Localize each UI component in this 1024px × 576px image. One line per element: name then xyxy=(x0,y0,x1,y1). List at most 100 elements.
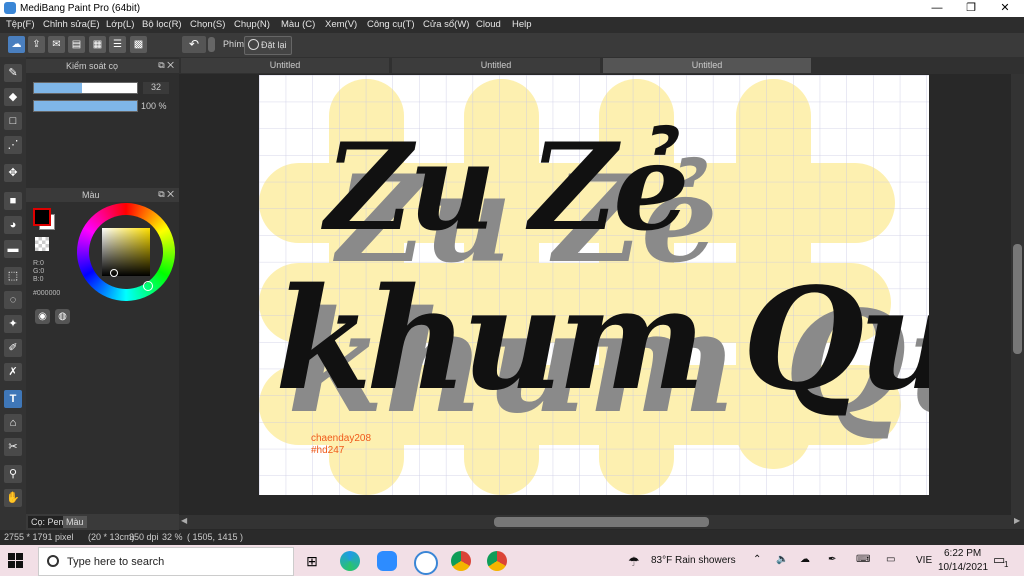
cloud-icon[interactable]: ☁ xyxy=(8,36,25,53)
palette-add-icon[interactable]: ◍ xyxy=(55,309,70,324)
menu-select[interactable]: Chọn(S) xyxy=(190,19,225,30)
prohibit-icon xyxy=(248,39,259,50)
chrome-icon-1[interactable] xyxy=(451,551,471,571)
menu-filter[interactable]: Bộ lọc(R) xyxy=(142,19,182,30)
menu-help[interactable]: Help xyxy=(512,19,532,30)
side-panels: Kiểm soát cọ ⧉ ✕ 32 100 % Màu ⧉ ✕ R:0 G:… xyxy=(26,57,179,530)
taskbar-search-box[interactable]: Type here to search xyxy=(38,547,294,576)
eraser-tool-icon[interactable]: ◆ xyxy=(4,88,22,106)
fill-rect-tool-icon[interactable]: ■ xyxy=(4,192,22,210)
search-placeholder: Type here to search xyxy=(67,556,165,568)
select-pen-tool-icon[interactable]: ✐ xyxy=(4,339,22,357)
dot-tool-icon[interactable]: ⋰ xyxy=(4,136,22,154)
saturation-knob[interactable] xyxy=(110,269,118,277)
document-tab-1[interactable]: Untitled xyxy=(181,58,389,73)
tab-brush[interactable]: Cọ: Pen xyxy=(28,516,67,528)
horizontal-scroll-thumb[interactable] xyxy=(494,517,709,527)
eyedropper-tool-icon[interactable]: ⚲ xyxy=(4,465,22,483)
tab-color[interactable]: Màu xyxy=(63,516,87,528)
brush-opacity-slider[interactable] xyxy=(33,100,138,112)
menu-tools[interactable]: Công cụ(T) xyxy=(367,19,415,30)
edge-browser-icon[interactable] xyxy=(340,551,360,571)
speech-bubble-icon[interactable]: ✉ xyxy=(48,36,65,53)
green-value: G:0 xyxy=(33,268,45,275)
clock-time[interactable]: 6:22 PM xyxy=(944,548,981,559)
scroll-left-arrow[interactable]: ◀ xyxy=(181,516,187,525)
comment-icon[interactable]: ▤ xyxy=(68,36,85,53)
weather-icon[interactable]: ☂ xyxy=(628,554,640,570)
brush-panel-header: Kiểm soát cọ ⧉ ✕ xyxy=(26,59,179,73)
color-wheel[interactable] xyxy=(77,203,175,301)
bucket-tool-icon[interactable]: ◕ xyxy=(4,216,22,234)
minimize-button[interactable]: — xyxy=(920,0,954,17)
reset-button[interactable]: Đặt lại xyxy=(244,36,292,55)
brush-tool-icon[interactable]: ✎ xyxy=(4,64,22,82)
move-tool-icon[interactable]: ✥ xyxy=(4,164,22,182)
operation-tool-icon[interactable]: ⌂ xyxy=(4,414,22,432)
status-dpi: 350 dpi xyxy=(129,532,159,542)
hand-tool-icon[interactable]: ✋ xyxy=(4,489,22,507)
menu-cloud[interactable]: Cloud xyxy=(476,19,501,30)
shape-tool-icon[interactable]: □ xyxy=(4,112,22,130)
keyboard-icon[interactable]: ⌨ xyxy=(856,554,870,565)
cloud-sync-icon[interactable]: ☁ xyxy=(800,554,810,565)
tray-overflow-icon[interactable]: ⌃ xyxy=(753,554,761,565)
menu-view[interactable]: Xem(V) xyxy=(325,19,357,30)
close-button[interactable]: ✕ xyxy=(988,0,1022,17)
gradient-tool-icon[interactable]: ▬ xyxy=(4,240,22,258)
color-panel-float-close-icons[interactable]: ⧉ ✕ xyxy=(158,189,174,200)
maximize-button[interactable]: ❐ xyxy=(954,0,988,17)
text-tool-icon[interactable]: T xyxy=(4,390,22,408)
vertical-scroll-thumb[interactable] xyxy=(1013,244,1022,354)
pen-icon[interactable]: ✒ xyxy=(828,554,836,565)
menu-capture[interactable]: Chụp(N) xyxy=(234,19,270,30)
watermark-tag: #hd247 xyxy=(311,445,345,456)
status-bar: 2755 * 1791 pixel (20 * 13cm) 350 dpi 32… xyxy=(0,530,1024,544)
panel-float-close-icons[interactable]: ⧉ ✕ xyxy=(158,60,174,71)
magic-wand-tool-icon[interactable]: ✦ xyxy=(4,315,22,333)
volume-icon[interactable]: 🔈 xyxy=(776,554,788,565)
menu-edit[interactable]: Chỉnh sửa(E) xyxy=(43,19,100,30)
vertical-scrollbar[interactable] xyxy=(1011,74,1024,515)
undo-button[interactable]: ↶ xyxy=(182,36,206,53)
menu-window[interactable]: Cửa sổ(W) xyxy=(423,19,469,30)
menu-file[interactable]: Tệp(F) xyxy=(6,19,35,30)
saturation-square[interactable] xyxy=(102,228,150,276)
windows-start-icon[interactable] xyxy=(8,553,24,569)
watermark-name: chaenday208 xyxy=(311,433,372,444)
lasso-tool-icon[interactable]: ◌ xyxy=(4,291,22,309)
status-cm: (20 * 13cm) xyxy=(88,532,135,542)
select-eraser-tool-icon[interactable]: ✗ xyxy=(4,363,22,381)
lettering-line2: khum Quạu xyxy=(275,258,929,422)
scroll-right-arrow[interactable]: ▶ xyxy=(1014,516,1020,525)
hue-knob[interactable] xyxy=(143,281,153,291)
toolbar-handle[interactable] xyxy=(208,37,215,52)
brush-panel-title: Kiểm soát cọ xyxy=(66,61,119,71)
document-tab-2[interactable]: Untitled xyxy=(392,58,600,73)
chrome-icon-2[interactable] xyxy=(487,551,507,571)
divide-tool-icon[interactable]: ✂ xyxy=(4,438,22,456)
medibang-taskbar-icon[interactable] xyxy=(414,551,438,575)
clock-date[interactable]: 10/14/2021 xyxy=(938,562,988,573)
menu-layer[interactable]: Lớp(L) xyxy=(106,19,134,30)
grid-icon[interactable]: ▩ xyxy=(130,36,147,53)
brush-size-slider[interactable] xyxy=(33,82,138,94)
status-size: 2755 * 1791 pixel xyxy=(4,532,74,542)
list-icon[interactable]: ☰ xyxy=(109,36,126,53)
display-icon[interactable]: ▭ xyxy=(886,554,895,565)
document-tab-3[interactable]: Untitled xyxy=(603,58,811,73)
page-icon[interactable]: ▦ xyxy=(89,36,106,53)
brush-size-value[interactable]: 32 xyxy=(143,82,169,94)
zoom-app-icon[interactable] xyxy=(377,551,397,571)
task-view-icon[interactable]: ⊞ xyxy=(302,551,322,571)
transparent-color-swatch[interactable] xyxy=(35,237,49,251)
menu-color[interactable]: Màu (C) xyxy=(281,19,315,30)
drawing-canvas[interactable]: Zu Zẻ khum Quạu Zu Zẻ khum Quạu chaenday… xyxy=(259,75,929,495)
horizontal-scrollbar[interactable]: ◀ ▶ xyxy=(179,515,1024,529)
share-icon[interactable]: ⇪ xyxy=(28,36,45,53)
select-rect-tool-icon[interactable]: ⬚ xyxy=(4,267,22,285)
palette-icon[interactable]: ◉ xyxy=(35,309,50,324)
foreground-color-swatch[interactable] xyxy=(33,208,51,226)
language-indicator[interactable]: VIE xyxy=(916,555,932,566)
weather-text[interactable]: 83°F Rain showers xyxy=(651,555,736,566)
